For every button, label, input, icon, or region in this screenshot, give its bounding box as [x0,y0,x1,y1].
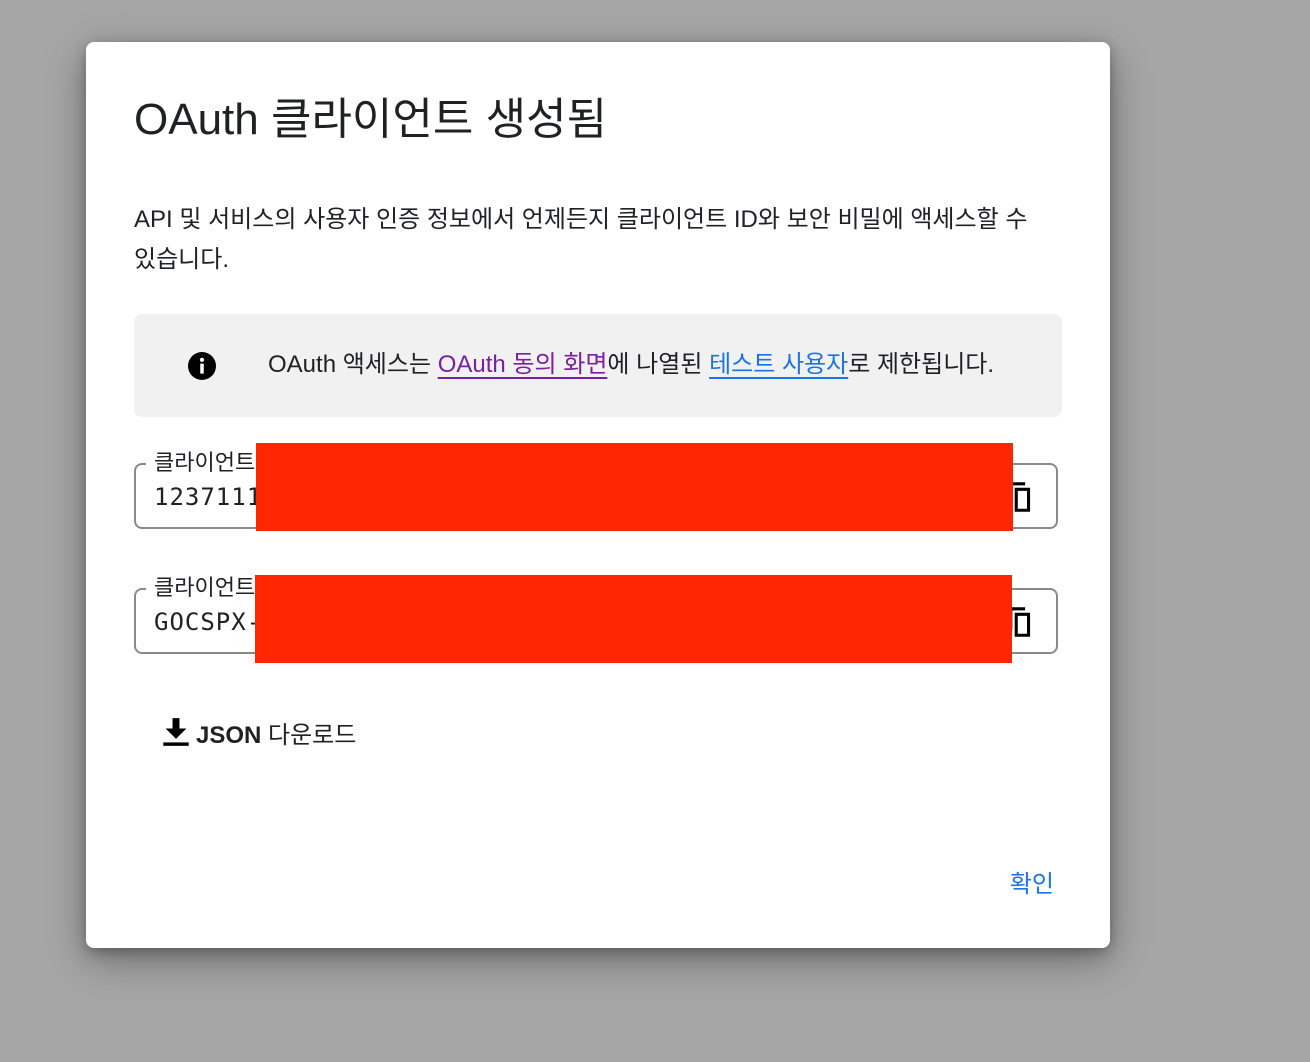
info-text-middle: 에 나열된 [607,351,710,378]
download-json-label: JSON 다운로드 [196,715,356,750]
info-text-after: 로 제한됩니다. [848,351,995,378]
client-secret-label: 클라이언트 [146,574,264,602]
download-icon [163,718,189,746]
oauth-consent-screen-link[interactable]: OAuth 동의 화면 [438,351,608,378]
client-secret-value[interactable]: GOCSPX- [154,606,262,638]
redaction-block [255,575,1012,663]
info-icon [188,352,216,380]
test-users-link[interactable]: 테스트 사용자 [709,351,848,378]
dialog-title: OAuth 클라이언트 생성됨 [134,95,608,144]
dialog-description: API 및 서비스의 사용자 인증 정보에서 언제든지 클라이언트 ID와 보안… [134,206,1028,273]
download-json-button[interactable]: JSON 다운로드 [162,712,356,752]
download-json-label-rest: 다운로드 [261,721,357,749]
redaction-block [256,443,1013,531]
client-id-label: 클라이언트 [146,449,264,477]
client-id-value[interactable]: 1237111 [154,481,262,513]
info-text: OAuth 액세스는 OAuth 동의 화면에 나열된 테스트 사용자로 제한됩… [268,348,994,382]
ok-button[interactable]: 확인 [1006,860,1058,903]
download-json-label-bold: JSON [196,721,262,749]
oauth-client-created-dialog: OAuth 클라이언트 생성됨 API 및 서비스의 사용자 인증 정보에서 언… [86,42,1110,948]
info-notice: OAuth 액세스는 OAuth 동의 화면에 나열된 테스트 사용자로 제한됩… [134,314,1062,417]
info-text-before: OAuth 액세스는 [268,351,438,378]
